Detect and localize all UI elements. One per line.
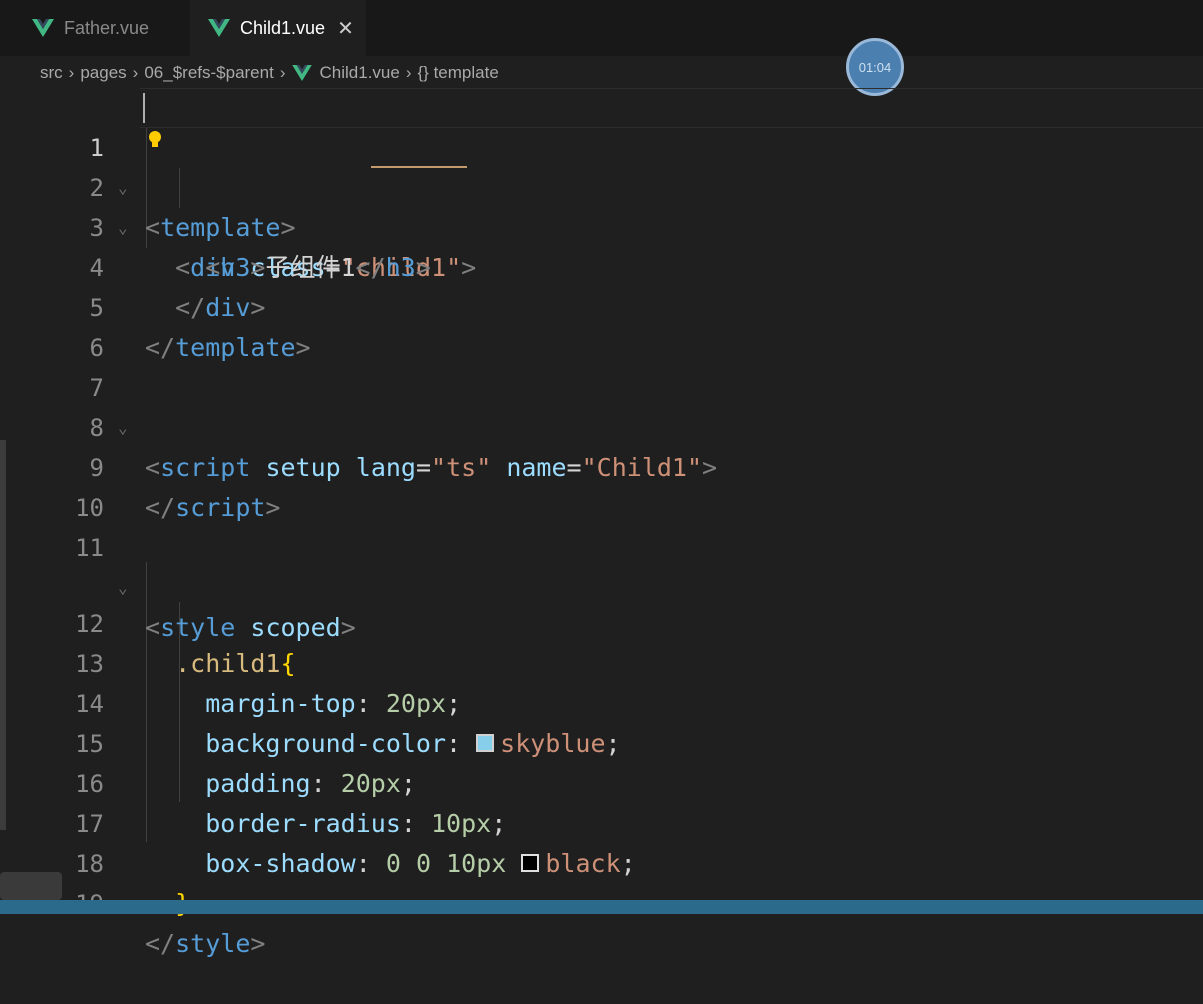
code-line: 5 </template> (0, 248, 1203, 362)
code-line: 2 ⌄ <div class="child1"> (0, 128, 1203, 282)
code-line: 14 background-color: skyblue; (0, 644, 1203, 758)
code-line: 7 ⌄ <script setup lang="ts" name="Child1… (0, 328, 1203, 482)
code-line: 15 padding: 20px; (0, 684, 1203, 798)
code-line: 1 ⌄ <template> (0, 88, 1203, 242)
tab-child1-vue[interactable]: Child1.vue ✕ (190, 0, 366, 56)
code-line: 17 box-shadow: 0 0 10px black; (0, 764, 1203, 878)
chevron-right-icon: › (132, 63, 139, 82)
breadcrumb: src › pages › 06_$refs-$parent › Child1.… (40, 58, 499, 88)
code-line: 12 .child1{ (0, 564, 1203, 678)
breadcrumb-item-src[interactable]: src (40, 63, 63, 83)
code-line: 3 <h3>子组件1</h3> (0, 168, 1203, 282)
code-line: 11 ⌄ <style scoped> (0, 488, 1203, 642)
chevron-right-icon: › (279, 63, 286, 82)
close-icon[interactable]: ✕ (337, 16, 354, 41)
chevron-right-icon: › (405, 63, 412, 82)
tab-bar-left-strip (0, 0, 18, 56)
tab-bar: Father.vue Child1.vue ✕ (0, 0, 1203, 57)
left-scroll-bar[interactable] (0, 440, 6, 830)
line-number: 11 (75, 534, 104, 562)
code-line: 18 } (0, 804, 1203, 918)
code-line: 4 </div> (0, 208, 1203, 322)
breadcrumb-item-file[interactable]: Child1.vue (320, 63, 400, 83)
code-line: 6 (0, 288, 1203, 362)
code-line: 20 (0, 878, 1203, 900)
vue-file-icon (32, 19, 54, 37)
chevron-right-icon: › (68, 63, 75, 82)
code-line: 16 border-radius: 10px; (0, 724, 1203, 838)
vue-file-icon (291, 65, 312, 81)
taskbar-strip (0, 900, 1203, 914)
breadcrumb-item-folder[interactable]: 06_$refs-$parent (144, 63, 273, 83)
breadcrumb-item-pages[interactable]: pages (80, 63, 126, 83)
code-line: 8 (0, 368, 1203, 442)
breadcrumb-item-symbol[interactable]: {} template (418, 63, 499, 83)
overlay-widget[interactable] (0, 872, 62, 900)
tab-father-vue[interactable]: Father.vue (18, 0, 190, 56)
code-line: 13 margin-top: 20px; (0, 604, 1203, 718)
code-line: 9 </script> (0, 408, 1203, 522)
vue-file-icon (208, 19, 230, 37)
tab-label: Father.vue (64, 17, 150, 38)
tag-name: style (175, 929, 251, 958)
timer-value: 01:04 (858, 59, 892, 75)
tab-label: Child1.vue (240, 17, 326, 38)
code-editor[interactable]: 1 ⌄ <template> 2 ⌄ <div class="child1"> … (0, 88, 1203, 958)
code-line: 10 (0, 448, 1203, 522)
